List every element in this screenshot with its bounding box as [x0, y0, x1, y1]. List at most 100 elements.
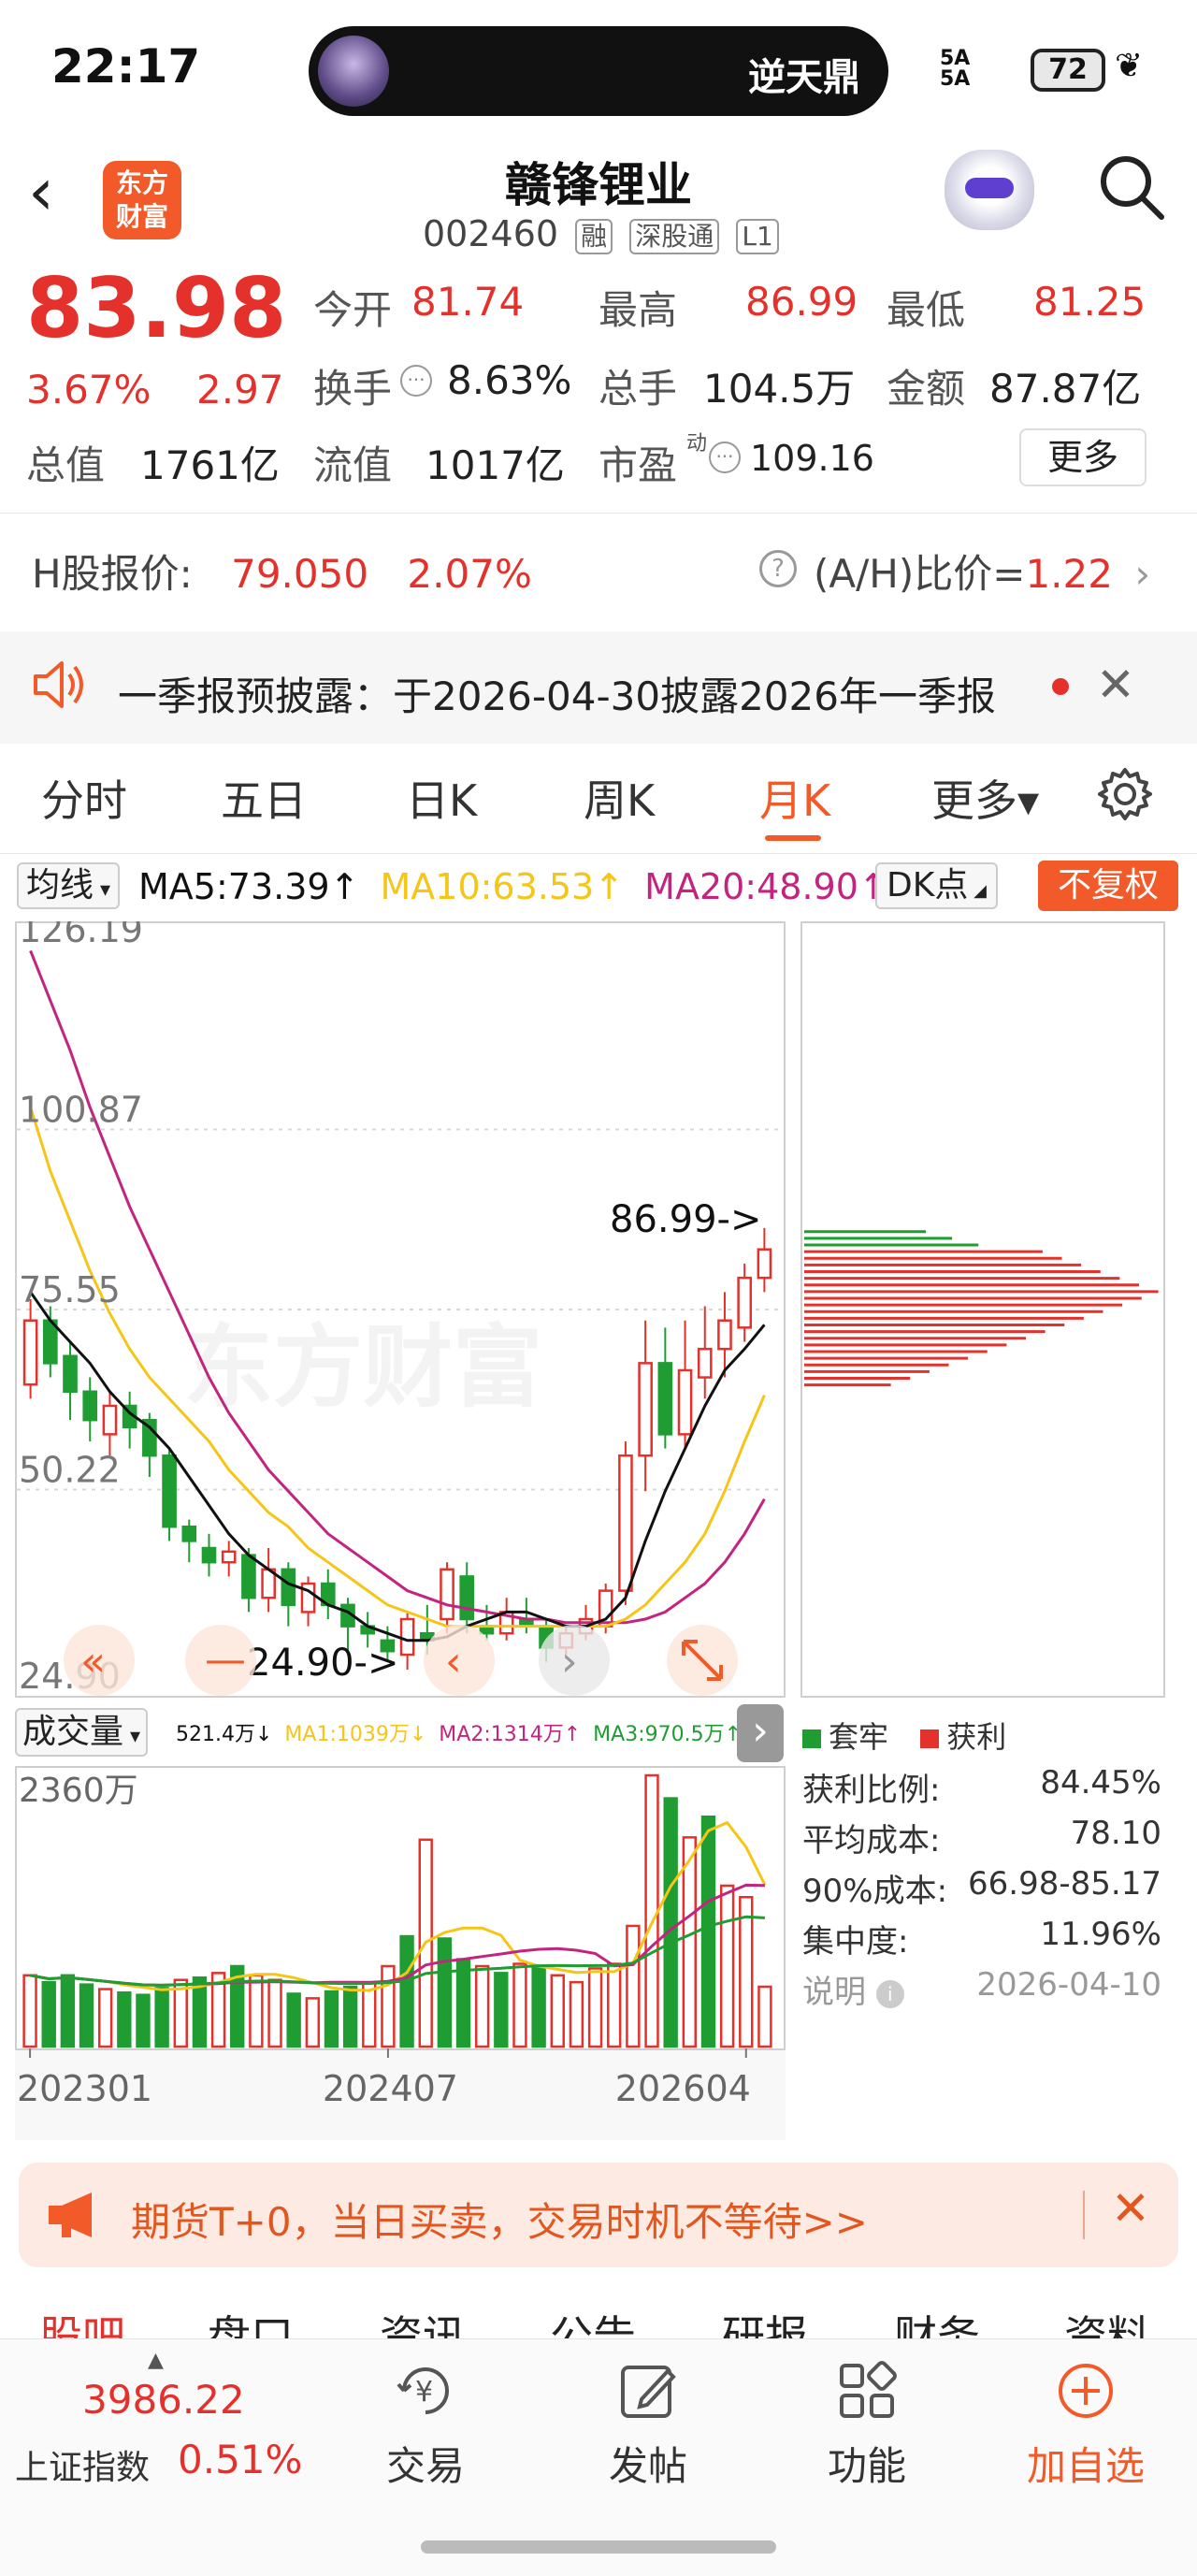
help-icon[interactable]: ? — [759, 550, 797, 587]
volume-indicator-selector[interactable]: 成交量 ▾ — [15, 1708, 149, 1757]
concentration-value: 11.96% — [1040, 1916, 1161, 1953]
h-share-price: 79.050 — [231, 551, 369, 597]
promo-banner[interactable]: 期货T+0，当日买卖，交易时机不等待>> ✕ — [19, 2163, 1178, 2267]
float-label: 流值 — [313, 442, 393, 488]
tab-five-day[interactable]: 五日 — [221, 767, 307, 829]
zoom-out-fast-button[interactable]: « — [64, 1625, 135, 1696]
active-tab-indicator — [765, 835, 821, 841]
volume-bar — [682, 1836, 698, 2048]
ma-selector[interactable]: 均线 ▾ — [17, 862, 121, 909]
dropdown-arrow-icon: ▾ — [123, 1725, 141, 1748]
volume-bar — [117, 1990, 132, 2048]
tab-intraday[interactable]: 分时 — [41, 767, 127, 829]
home-indicator[interactable] — [421, 2540, 776, 2554]
tab-monthly-k[interactable]: 月K — [759, 767, 830, 829]
expand-arrow-icon[interactable]: › — [737, 1704, 784, 1762]
notice-text: 一季报预披露：于2026-04-30披露2026年一季报 — [118, 673, 996, 719]
high-marker: 86.99-> — [610, 1198, 761, 1241]
concentration-label: 集中度: — [802, 1923, 909, 1961]
promo-close-icon[interactable]: ✕ — [1111, 2181, 1150, 2236]
mktcap-value: 1761亿 — [140, 442, 280, 488]
volume-bar — [757, 1985, 772, 2048]
nav-trade[interactable]: ¥ 交易 — [355, 2358, 496, 2492]
nav-functions[interactable]: 功能 — [797, 2358, 937, 2492]
nav-add-watchlist[interactable]: 加自选 — [1016, 2358, 1156, 2492]
settings-gear-icon[interactable] — [1096, 765, 1154, 823]
zoom-out-button[interactable]: — — [185, 1625, 256, 1696]
volume-bar — [700, 1815, 716, 2048]
candle-body — [162, 1454, 177, 1528]
ah-ratio-row[interactable]: (A/H)比价=1.22 › — [814, 543, 1150, 600]
candlestick-chart[interactable]: 东方财富 126.19100.8775.5550.2224.90 86.99->… — [15, 921, 786, 1698]
candle-body — [281, 1568, 296, 1607]
dk-point-selector[interactable]: DK点 ◢ — [875, 862, 998, 909]
nav-post[interactable]: 发帖 — [578, 2358, 718, 2492]
dynamic-island[interactable]: 逆天鼎 — [309, 26, 888, 116]
volume-bar — [286, 1992, 301, 2048]
volume-ma-values: 521.4万↓ MA1:1039万↓ MA2:1314万↑ MA3:970.5万… — [176, 1717, 742, 1747]
robot-assistant-icon[interactable] — [945, 150, 1034, 230]
volume-bar — [607, 1962, 622, 2048]
legend-profit: 获利 — [946, 1719, 1007, 1755]
notice-bar[interactable]: 一季报预披露：于2026-04-30披露2026年一季报 ✕ — [0, 631, 1197, 744]
candle-body — [677, 1368, 693, 1436]
tab-more[interactable]: 更多▾ — [931, 767, 1039, 829]
close-icon[interactable]: ✕ — [1096, 658, 1135, 712]
tab-weekly-k[interactable]: 周K — [584, 767, 655, 829]
volume-bar — [719, 1884, 735, 2048]
index-value[interactable]: 3986.22 — [82, 2377, 245, 2423]
index-pct[interactable]: 0.51% — [178, 2437, 302, 2482]
volume-chart[interactable]: 2360万 202301 202407 202604 — [15, 1766, 786, 2140]
profit-ratio-label: 获利比例: — [802, 1772, 941, 1809]
last-price: 83.98 — [26, 260, 287, 356]
h-share-row[interactable]: H股报价: 79.050 2.07% — [32, 543, 532, 600]
chip-frame — [800, 921, 1165, 1698]
volume-bar — [362, 1980, 377, 2048]
legend-trapped: 套牢 — [829, 1719, 889, 1755]
fullscreen-button[interactable] — [667, 1625, 738, 1696]
index-up-arrow-icon: ▲ — [148, 2349, 164, 2372]
volume-label: 总手 — [598, 366, 678, 412]
ah-ratio-value: 1.22 — [1025, 551, 1113, 597]
scroll-left-button[interactable]: ‹ — [424, 1625, 495, 1696]
profit-ratio-value: 84.45% — [1040, 1764, 1161, 1802]
volume-bar — [41, 1980, 56, 2048]
index-name[interactable]: 上证指数 — [15, 2440, 150, 2489]
charging-leaf-icon: ❦ — [1115, 47, 1144, 85]
divider — [0, 853, 1197, 854]
h-share-label: H股报价: — [32, 551, 193, 597]
stock-code-row: 002460 融 深股通 L1 — [423, 213, 779, 254]
volume-bar — [644, 1773, 659, 2048]
candle-body — [657, 1362, 673, 1436]
more-button[interactable]: 更多 — [1019, 428, 1147, 486]
scroll-right-button[interactable]: › — [539, 1625, 610, 1696]
float-value: 1017亿 — [425, 442, 565, 488]
tab-daily-k[interactable]: 日K — [406, 767, 477, 829]
chip-distribution-chart[interactable] — [800, 921, 1165, 1698]
y-tick-label: 126.19 — [19, 921, 143, 950]
stock-code: 002460 — [423, 213, 559, 254]
search-icon[interactable] — [1094, 150, 1167, 223]
candle-body — [241, 1554, 256, 1599]
dropdown-arrow-icon: ▾ — [94, 878, 111, 902]
volume-title: 成交量 — [22, 1713, 124, 1751]
nav-functions-label: 功能 — [827, 2443, 906, 2489]
svg-text:—: — — [205, 1636, 246, 1684]
volume-bar — [342, 1985, 358, 2048]
note-link[interactable]: 说明 i — [802, 1966, 904, 2012]
candle-body — [82, 1390, 98, 1422]
battery-icon: 72 — [1031, 49, 1105, 92]
no-adjust-button[interactable]: 不复权 — [1038, 861, 1178, 911]
info-dots-icon[interactable]: ··· — [400, 365, 432, 397]
low-value: 81.25 — [1033, 279, 1147, 325]
status-bar: 22:17 逆天鼎 5A 5A 72 ❦ — [0, 0, 1197, 140]
speaker-icon — [34, 661, 83, 708]
promo-text: 期货T+0，当日买卖，交易时机不等待>> — [131, 2199, 868, 2245]
robot-eyes — [965, 178, 1014, 198]
change-pct: 3.67% — [26, 367, 151, 412]
add-circle-icon — [1059, 2364, 1113, 2418]
info-dots-icon[interactable]: ··· — [709, 441, 741, 473]
high-label: 最高 — [598, 287, 678, 333]
candle-body — [440, 1568, 454, 1621]
tag-connect: 深股通 — [629, 218, 720, 254]
